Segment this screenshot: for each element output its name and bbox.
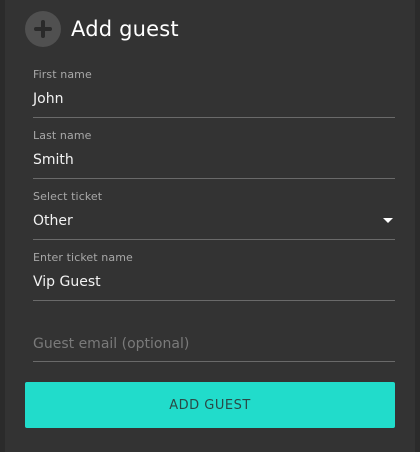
first-name-field[interactable]: First name John <box>33 68 395 118</box>
ticket-select-value[interactable]: Other <box>33 213 73 229</box>
caret-down-icon[interactable] <box>383 218 393 223</box>
ticket-name-label: Enter ticket name <box>33 251 133 264</box>
header: Add guest <box>25 10 179 48</box>
page-title: Add guest <box>71 17 179 41</box>
ticket-select-label: Select ticket <box>33 190 103 203</box>
add-guest-panel: Add guest First name John Last name Smit… <box>5 0 415 452</box>
first-name-label: First name <box>33 68 92 81</box>
ticket-name-field[interactable]: Enter ticket name Vip Guest <box>33 251 395 301</box>
first-name-value[interactable]: John <box>33 91 63 107</box>
guest-email-placeholder[interactable]: Guest email (optional) <box>33 336 189 352</box>
last-name-field[interactable]: Last name Smith <box>33 129 395 179</box>
guest-email-field[interactable]: Guest email (optional) <box>33 312 395 362</box>
plus-circle-icon <box>25 11 61 47</box>
ticket-select[interactable]: Select ticket Other <box>33 190 395 240</box>
ticket-name-value[interactable]: Vip Guest <box>33 274 101 290</box>
last-name-label: Last name <box>33 129 92 142</box>
add-guest-button[interactable]: ADD GUEST <box>25 382 395 428</box>
last-name-value[interactable]: Smith <box>33 152 74 168</box>
